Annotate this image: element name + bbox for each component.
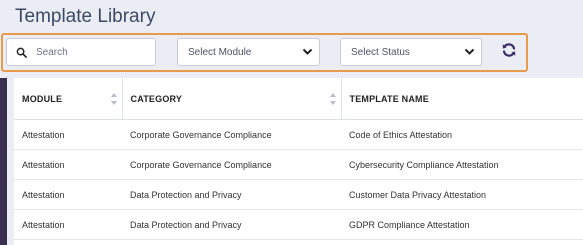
cell-module: Attestation xyxy=(14,179,122,210)
table-row[interactable]: Attestation Data Protection and Privacy … xyxy=(14,179,583,210)
cell-template-name: Cybersecurity Compliance Attestation xyxy=(341,149,583,180)
cell-category: Corporate Governance Compliance xyxy=(122,149,341,180)
template-table: MODULE CATEGORY TEMPLATE NAME Attestatio… xyxy=(14,78,583,245)
table-header-row: MODULE CATEGORY TEMPLATE NAME xyxy=(14,78,583,120)
sort-icon[interactable] xyxy=(110,93,117,105)
cell-module: Attestation xyxy=(14,209,122,240)
search-input[interactable] xyxy=(34,45,148,59)
status-select-value: Select Status xyxy=(351,46,410,58)
column-header-label: TEMPLATE NAME xyxy=(349,93,429,104)
table-row[interactable]: Attestation Corporate Governance Complia… xyxy=(14,149,583,180)
chevron-down-icon xyxy=(463,46,475,58)
module-select[interactable]: Select Module xyxy=(177,38,320,66)
cell-category: Corporate Governance Compliance xyxy=(122,119,341,150)
module-select-value: Select Module xyxy=(188,46,252,58)
table-row[interactable]: Attestation Corporate Governance Complia… xyxy=(14,119,583,150)
table-row[interactable]: Attestation Data Protection and Privacy … xyxy=(14,209,583,240)
cell-category: Data Protection and Privacy xyxy=(122,179,341,210)
cell-module: Attestation xyxy=(14,119,122,150)
cell-template-name: Customer Data Privacy Attestation xyxy=(341,179,583,210)
column-header-module[interactable]: MODULE xyxy=(14,78,123,120)
cell-template-name: Code of Ethics Attestation xyxy=(341,119,583,150)
sort-icon[interactable] xyxy=(329,93,336,105)
column-header-template-name[interactable]: TEMPLATE NAME xyxy=(341,78,583,120)
cell-category: Data Protection and Privacy xyxy=(122,209,341,240)
search-icon xyxy=(14,45,28,59)
sidebar-edge xyxy=(0,78,7,245)
refresh-icon xyxy=(501,42,517,63)
column-header-category[interactable]: CATEGORY xyxy=(122,78,342,120)
refresh-button[interactable] xyxy=(498,41,520,63)
cell-module: Attestation xyxy=(14,149,122,180)
page-title: Template Library xyxy=(15,6,156,27)
column-header-label: MODULE xyxy=(22,93,63,104)
status-select[interactable]: Select Status xyxy=(340,38,482,66)
cell-template-name: GDPR Compliance Attestation xyxy=(341,209,583,240)
search-box[interactable] xyxy=(6,38,156,66)
chevron-down-icon xyxy=(301,46,313,58)
column-header-label: CATEGORY xyxy=(130,93,183,104)
